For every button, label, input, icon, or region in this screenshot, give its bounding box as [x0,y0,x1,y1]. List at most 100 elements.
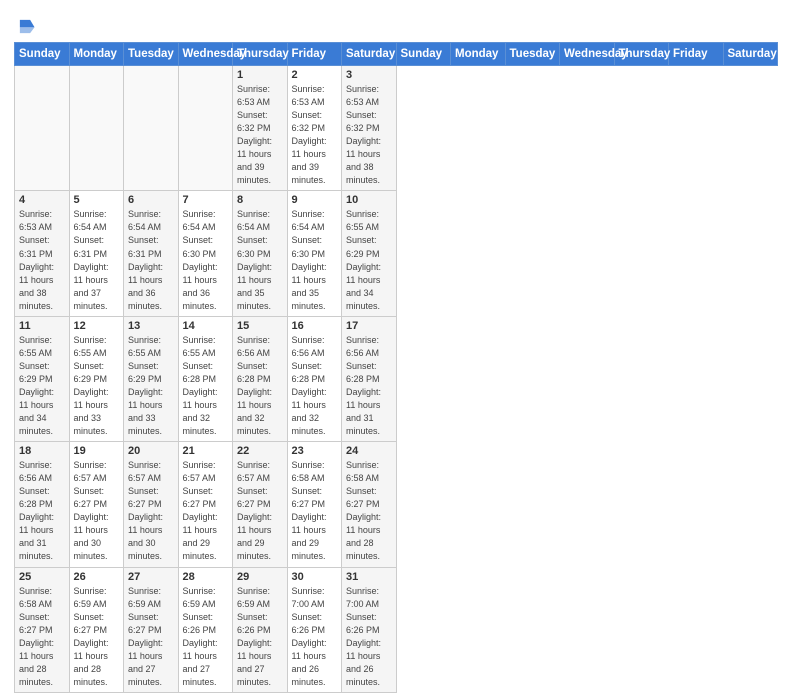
calendar-cell: 4 Sunrise: 6:53 AM Sunset: 6:31 PM Daylig… [15,191,70,316]
day-number: 26 [74,571,120,583]
day-number: 11 [19,320,65,332]
calendar-cell [178,66,233,191]
day-number: 31 [346,571,392,583]
calendar-cell: 13Sunrise: 6:55 AM Sunset: 6:29 PM Dayli… [124,316,179,441]
day-info: Sunrise: 6:57 AM Sunset: 6:27 PM Dayligh… [74,459,120,563]
day-number: 20 [128,445,174,457]
day-number: 23 [292,445,338,457]
calendar-cell: 25Sunrise: 6:58 AM Sunset: 6:27 PM Dayli… [15,567,70,692]
calendar-cell [15,66,70,191]
day-info: Sunrise: 6:53 AM Sunset: 6:31 PM Dayligh… [19,208,65,312]
calendar-cell: 6 Sunrise: 6:54 AM Sunset: 6:31 PM Daylig… [124,191,179,316]
day-info: Sunrise: 6:54 AM Sunset: 6:31 PM Dayligh… [128,208,174,312]
day-number: 19 [74,445,120,457]
calendar-week-1: 1 Sunrise: 6:53 AM Sunset: 6:32 PM Daylig… [15,66,778,191]
calendar-cell: 27 Sunrise: 6:59 AM Sunset: 6:27 PM Dayli… [124,567,179,692]
calendar-header-row: SundayMondayTuesdayWednesdayThursdayFrid… [15,43,778,66]
day-info: Sunrise: 6:57 AM Sunset: 6:27 PM Dayligh… [128,459,174,563]
page: SundayMondayTuesdayWednesdayThursdayFrid… [0,0,792,612]
day-number: 1 [237,69,283,81]
col-header-friday: Friday [287,43,342,66]
day-number: 6 [128,194,174,206]
day-number: 2 [292,69,338,81]
day-info: Sunrise: 6:59 AM Sunset: 6:27 PM Dayligh… [74,585,120,689]
logo-icon [14,14,36,36]
col-header-wednesday: Wednesday [178,43,233,66]
day-number: 27 [128,571,174,583]
logo [14,14,38,36]
calendar-cell: 21 Sunrise: 6:57 AM Sunset: 6:27 PM Dayli… [178,442,233,567]
calendar-week-3: 11 Sunrise: 6:55 AM Sunset: 6:29 PM Dayli… [15,316,778,441]
calendar-cell: 3Sunrise: 6:53 AM Sunset: 6:32 PM Daylig… [342,66,397,191]
calendar-cell: 24 Sunrise: 6:58 AM Sunset: 6:27 PM Dayli… [342,442,397,567]
col-header-thursday: Thursday [614,43,669,66]
calendar-cell [69,66,124,191]
day-number: 7 [183,194,229,206]
day-number: 14 [183,320,229,332]
day-info: Sunrise: 6:57 AM Sunset: 6:27 PM Dayligh… [183,459,229,563]
col-header-saturday: Saturday [723,43,778,66]
col-header-sunday: Sunday [396,43,451,66]
day-info: Sunrise: 6:59 AM Sunset: 6:26 PM Dayligh… [183,585,229,689]
day-info: Sunrise: 6:54 AM Sunset: 6:30 PM Dayligh… [183,208,229,312]
day-info: Sunrise: 6:56 AM Sunset: 6:28 PM Dayligh… [19,459,65,563]
col-header-wednesday: Wednesday [560,43,615,66]
calendar-cell: 8Sunrise: 6:54 AM Sunset: 6:30 PM Daylig… [233,191,288,316]
col-header-thursday: Thursday [233,43,288,66]
day-number: 4 [19,194,65,206]
day-number: 18 [19,445,65,457]
calendar-cell: 22 Sunrise: 6:57 AM Sunset: 6:27 PM Dayli… [233,442,288,567]
col-header-monday: Monday [69,43,124,66]
calendar-cell: 14 Sunrise: 6:55 AM Sunset: 6:28 PM Dayli… [178,316,233,441]
day-info: Sunrise: 6:53 AM Sunset: 6:32 PM Dayligh… [292,83,338,187]
calendar-cell: 17Sunrise: 6:56 AM Sunset: 6:28 PM Dayli… [342,316,397,441]
day-info: Sunrise: 6:55 AM Sunset: 6:29 PM Dayligh… [346,208,392,312]
col-header-friday: Friday [669,43,724,66]
day-number: 24 [346,445,392,457]
calendar-cell [124,66,179,191]
day-number: 21 [183,445,229,457]
calendar-cell: 18 Sunrise: 6:56 AM Sunset: 6:28 PM Dayli… [15,442,70,567]
day-number: 8 [237,194,283,206]
day-number: 16 [292,320,338,332]
day-info: Sunrise: 7:00 AM Sunset: 6:26 PM Dayligh… [292,585,338,689]
day-info: Sunrise: 6:55 AM Sunset: 6:29 PM Dayligh… [74,334,120,438]
day-info: Sunrise: 6:55 AM Sunset: 6:29 PM Dayligh… [128,334,174,438]
day-info: Sunrise: 6:53 AM Sunset: 6:32 PM Dayligh… [237,83,283,187]
calendar-cell: 1 Sunrise: 6:53 AM Sunset: 6:32 PM Daylig… [233,66,288,191]
calendar-cell: 20 Sunrise: 6:57 AM Sunset: 6:27 PM Dayli… [124,442,179,567]
day-info: Sunrise: 6:59 AM Sunset: 6:27 PM Dayligh… [128,585,174,689]
header [14,10,778,36]
day-info: Sunrise: 6:59 AM Sunset: 6:26 PM Dayligh… [237,585,283,689]
calendar-cell: 28Sunrise: 6:59 AM Sunset: 6:26 PM Dayli… [178,567,233,692]
calendar-table: SundayMondayTuesdayWednesdayThursdayFrid… [14,42,778,693]
day-info: Sunrise: 6:54 AM Sunset: 6:31 PM Dayligh… [74,208,120,312]
day-number: 5 [74,194,120,206]
day-info: Sunrise: 6:58 AM Sunset: 6:27 PM Dayligh… [19,585,65,689]
calendar-cell: 15Sunrise: 6:56 AM Sunset: 6:28 PM Dayli… [233,316,288,441]
day-number: 9 [292,194,338,206]
calendar-cell: 11 Sunrise: 6:55 AM Sunset: 6:29 PM Dayli… [15,316,70,441]
day-info: Sunrise: 6:58 AM Sunset: 6:27 PM Dayligh… [346,459,392,563]
calendar-cell: 31Sunrise: 7:00 AM Sunset: 6:26 PM Dayli… [342,567,397,692]
day-number: 22 [237,445,283,457]
day-info: Sunrise: 6:58 AM Sunset: 6:27 PM Dayligh… [292,459,338,563]
day-info: Sunrise: 6:55 AM Sunset: 6:28 PM Dayligh… [183,334,229,438]
day-number: 15 [237,320,283,332]
col-header-monday: Monday [451,43,506,66]
day-info: Sunrise: 6:55 AM Sunset: 6:29 PM Dayligh… [19,334,65,438]
day-info: Sunrise: 6:57 AM Sunset: 6:27 PM Dayligh… [237,459,283,563]
calendar-cell: 23 Sunrise: 6:58 AM Sunset: 6:27 PM Dayli… [287,442,342,567]
calendar-cell: 2 Sunrise: 6:53 AM Sunset: 6:32 PM Daylig… [287,66,342,191]
day-number: 10 [346,194,392,206]
calendar-week-2: 4 Sunrise: 6:53 AM Sunset: 6:31 PM Daylig… [15,191,778,316]
calendar-cell: 9Sunrise: 6:54 AM Sunset: 6:30 PM Daylig… [287,191,342,316]
calendar-cell: 7 Sunrise: 6:54 AM Sunset: 6:30 PM Daylig… [178,191,233,316]
calendar-week-5: 25Sunrise: 6:58 AM Sunset: 6:27 PM Dayli… [15,567,778,692]
day-info: Sunrise: 6:56 AM Sunset: 6:28 PM Dayligh… [346,334,392,438]
calendar-cell: 30Sunrise: 7:00 AM Sunset: 6:26 PM Dayli… [287,567,342,692]
day-info: Sunrise: 6:56 AM Sunset: 6:28 PM Dayligh… [292,334,338,438]
calendar-cell: 5 Sunrise: 6:54 AM Sunset: 6:31 PM Daylig… [69,191,124,316]
calendar-cell: 10 Sunrise: 6:55 AM Sunset: 6:29 PM Dayli… [342,191,397,316]
day-info: Sunrise: 6:53 AM Sunset: 6:32 PM Dayligh… [346,83,392,187]
